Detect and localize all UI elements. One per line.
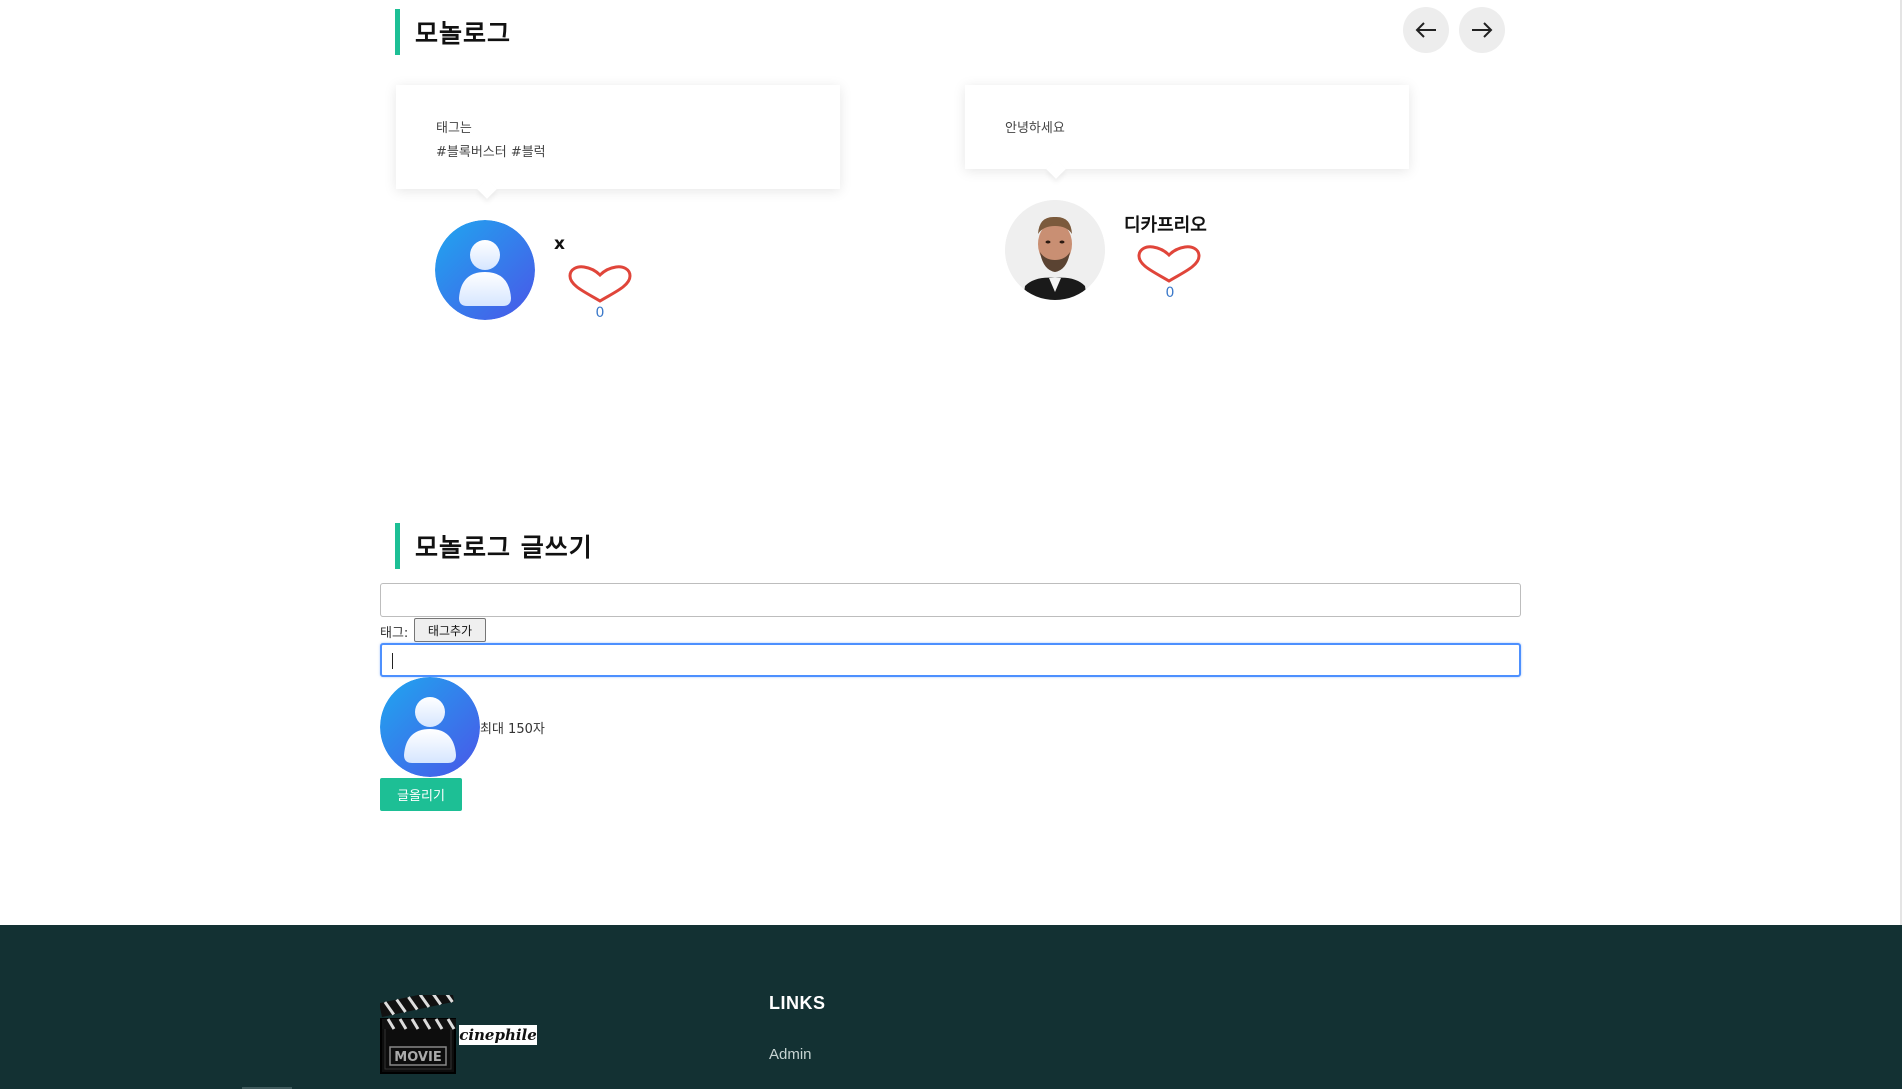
write-title-text: 모놀로그 글쓰기 [415, 533, 593, 562]
prev-button[interactable] [1403, 7, 1449, 53]
monolog-line: 안녕하세요 [1005, 121, 1065, 136]
logo-wordmark: cinephile [459, 1026, 537, 1044]
footer: MOVIE cinephile LINKS Admin [0, 925, 1902, 1089]
footer-link-admin[interactable]: Admin [769, 1046, 812, 1063]
content-input[interactable] [380, 643, 1521, 677]
monolog-title-text: 모놀로그 [415, 19, 512, 48]
heart-icon[interactable] [1136, 244, 1202, 284]
footer-links-heading: LINKS [769, 993, 826, 1013]
monolog-content: 태그는 #블록버스터 #블럭 [436, 117, 546, 165]
arrow-right-icon [1472, 22, 1493, 38]
title-accent-bar [395, 523, 400, 569]
default-user-avatar-icon [380, 677, 480, 777]
like-count: 0 [595, 305, 605, 321]
monolog-content: 안녕하세요 [1005, 117, 1065, 141]
monolog-section-title: 모놀로그 [395, 9, 511, 55]
arrow-left-icon [1415, 22, 1436, 38]
user-avatar[interactable] [435, 220, 535, 320]
text-caret [392, 653, 393, 669]
tag-label: 태그: [380, 626, 409, 641]
write-section-title: 모놀로그 글쓰기 [395, 523, 593, 569]
title-accent-bar [395, 9, 400, 55]
submit-button[interactable]: 글올리기 [380, 778, 462, 811]
default-user-avatar-icon [435, 220, 535, 320]
title-input[interactable] [380, 583, 1521, 617]
writer-avatar [380, 677, 480, 777]
author-name: 디카프리오 [1124, 215, 1207, 236]
actor-photo-avatar [1005, 200, 1105, 300]
page: 모놀로그 태그는 #블록버스터 #블럭 x 0 안녕하세요 디카프리오 0 모놀… [0, 0, 1902, 1089]
monolog-line: 태그는 [436, 121, 472, 136]
add-tag-button[interactable]: 태그추가 [414, 618, 486, 642]
monolog-tags-line: #블록버스터 #블럭 [436, 145, 546, 160]
monolog-card: 안녕하세요 [965, 85, 1409, 179]
actor-avatar[interactable] [1005, 200, 1105, 300]
author-name: x [554, 234, 565, 254]
monolog-card: 태그는 #블록버스터 #블럭 [396, 85, 840, 199]
card-pointer [1046, 159, 1066, 179]
like-count: 0 [1165, 285, 1175, 301]
card-pointer [477, 179, 497, 199]
char-limit-text: 최대 150자 [480, 722, 545, 737]
heart-icon[interactable] [567, 264, 633, 304]
logo-board-text: MOVIE [394, 1050, 441, 1065]
next-button[interactable] [1459, 7, 1505, 53]
cinephile-logo[interactable]: MOVIE cinephile [380, 995, 540, 1075]
